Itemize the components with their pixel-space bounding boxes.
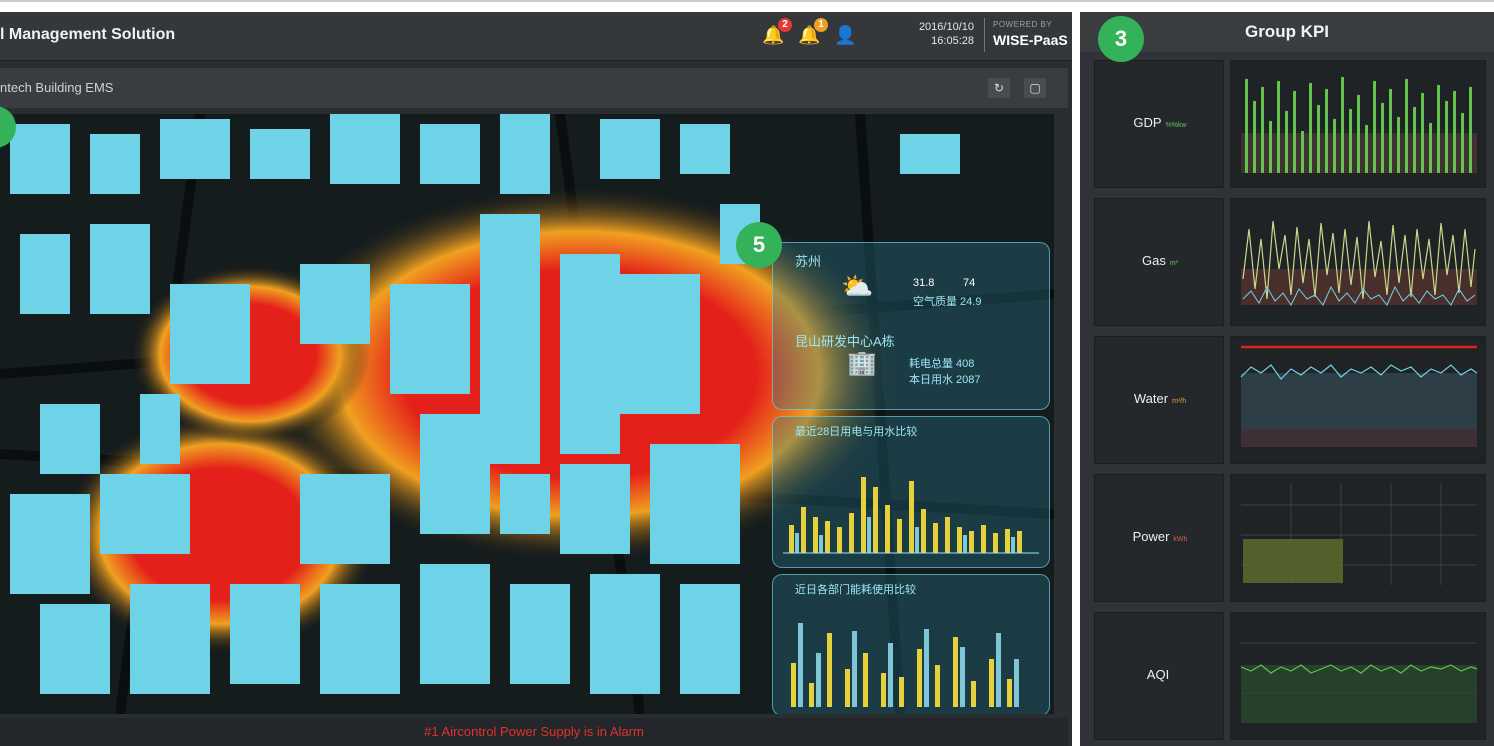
power-chart bbox=[1241, 483, 1477, 585]
kpi-row-power: Power kWh bbox=[1094, 474, 1486, 602]
kpi-row-gdp: GDP %%kw bbox=[1094, 60, 1486, 188]
weather-cloud-icon: ⛅ bbox=[841, 271, 874, 301]
user-icon[interactable]: 👤 bbox=[834, 24, 856, 46]
kpi-label: Power kWh bbox=[1132, 529, 1188, 544]
gdp-bar-chart bbox=[1241, 77, 1477, 173]
kpi-label-box: Gas m³ bbox=[1094, 198, 1224, 326]
weather-temp: 31.8 bbox=[913, 277, 935, 289]
kpi-row-aqi: AQI bbox=[1094, 612, 1486, 740]
kpi-chart-power[interactable] bbox=[1230, 474, 1486, 602]
weather-city: 苏州 bbox=[795, 254, 822, 269]
kpi-chart-water[interactable] bbox=[1230, 336, 1486, 464]
group-kpi-panel: Group KPI GDP %%kw Gas m³ Water m³/h Pow… bbox=[1080, 12, 1494, 746]
department-usage-panel: 近日各部门能耗使用比较 bbox=[772, 574, 1050, 714]
sub-header: ntech Building EMS ↻ ▢ bbox=[0, 68, 1068, 108]
weather-building-panel: 苏州 ⛅ 31.8 74 空气质量 24.9 昆山研发中心A栋 🏢 耗电总量 4… bbox=[772, 242, 1050, 410]
app-title: l Management Solution bbox=[0, 26, 176, 43]
date-text: 2016/10/10 bbox=[918, 21, 974, 33]
chart1-title: 最近28日用电与用水比较 bbox=[795, 426, 918, 438]
refresh-button[interactable]: ↻ bbox=[988, 78, 1010, 98]
kpi-label: Water m³/h bbox=[1133, 391, 1187, 406]
kpi-label: GDP %%kw bbox=[1133, 115, 1187, 130]
powered-by-brand: WISE-PaaS bbox=[993, 32, 1068, 48]
kpi-label-box: GDP %%kw bbox=[1094, 60, 1224, 188]
weather-aqi: 空气质量 24.9 bbox=[913, 296, 982, 308]
marker-3: 3 bbox=[1098, 16, 1144, 62]
usage-bar-chart bbox=[783, 477, 1039, 554]
kpi-label-box: Water m³/h bbox=[1094, 336, 1224, 464]
department-bars bbox=[791, 633, 1012, 707]
ems-app-window: l Management Solution 🔔 2 🔔 1 👤 2016/10/… bbox=[0, 12, 1072, 746]
alarm-message[interactable]: #1 Aircontrol Power Supply is in Alarm bbox=[0, 724, 1068, 739]
top-bar: l Management Solution 🔔 2 🔔 1 👤 2016/10/… bbox=[0, 12, 1072, 61]
map-3d-view[interactable]: 苏州 ⛅ 31.8 74 空气质量 24.9 昆山研发中心A栋 🏢 耗电总量 4… bbox=[0, 114, 1054, 714]
kpi-label-box: AQI bbox=[1094, 612, 1224, 740]
chart2-title: 近日各部门能耗使用比较 bbox=[795, 584, 916, 596]
kpi-chart-aqi[interactable] bbox=[1230, 612, 1486, 740]
usage-bars bbox=[789, 477, 1022, 553]
power-area bbox=[1243, 539, 1343, 583]
alarm-count-badge: 2 bbox=[778, 18, 792, 32]
time-text: 16:05:28 bbox=[931, 35, 974, 47]
alarm-bar: #1 Aircontrol Power Supply is in Alarm bbox=[0, 718, 1068, 746]
notification-count-badge: 1 bbox=[814, 18, 828, 32]
powered-by-logo: POWERED BY WISE-PaaS bbox=[984, 18, 1071, 52]
department-bar-chart bbox=[791, 623, 1019, 707]
kpi-chart-gas[interactable] bbox=[1230, 198, 1486, 326]
kpi-row-water: Water m³/h bbox=[1094, 336, 1486, 464]
fullscreen-button[interactable]: ▢ bbox=[1024, 78, 1046, 98]
gas-line-chart bbox=[1241, 220, 1477, 306]
sub-header-title: ntech Building EMS bbox=[0, 80, 114, 95]
kpi-label: Gas m³ bbox=[1141, 253, 1178, 268]
kpi-label-box: Power kWh bbox=[1094, 474, 1224, 602]
building-name: 昆山研发中心A栋 bbox=[795, 334, 895, 349]
marker-5: 5 bbox=[736, 222, 782, 268]
top-divider bbox=[0, 0, 1494, 2]
kpi-row-gas: Gas m³ bbox=[1094, 198, 1486, 326]
building-icon: 🏢 bbox=[847, 350, 877, 377]
building-water: 本日用水 2087 bbox=[909, 374, 981, 386]
building-power: 耗电总量 408 bbox=[909, 358, 975, 370]
water-line-chart bbox=[1240, 345, 1478, 447]
usage-comparison-panel: 最近28日用电与用水比较 bbox=[772, 416, 1050, 568]
notification-bell-icon[interactable]: 🔔 1 bbox=[798, 18, 828, 46]
datetime: 2016/10/10 16:05:28 bbox=[908, 20, 974, 48]
alarm-bell-icon[interactable]: 🔔 2 bbox=[762, 18, 792, 46]
kpi-label: AQI bbox=[1146, 667, 1170, 682]
kpi-chart-gdp[interactable] bbox=[1230, 60, 1486, 188]
weather-humidity: 74 bbox=[963, 277, 976, 289]
aqi-line-chart bbox=[1240, 642, 1478, 723]
powered-by-label: POWERED BY bbox=[993, 20, 1053, 29]
